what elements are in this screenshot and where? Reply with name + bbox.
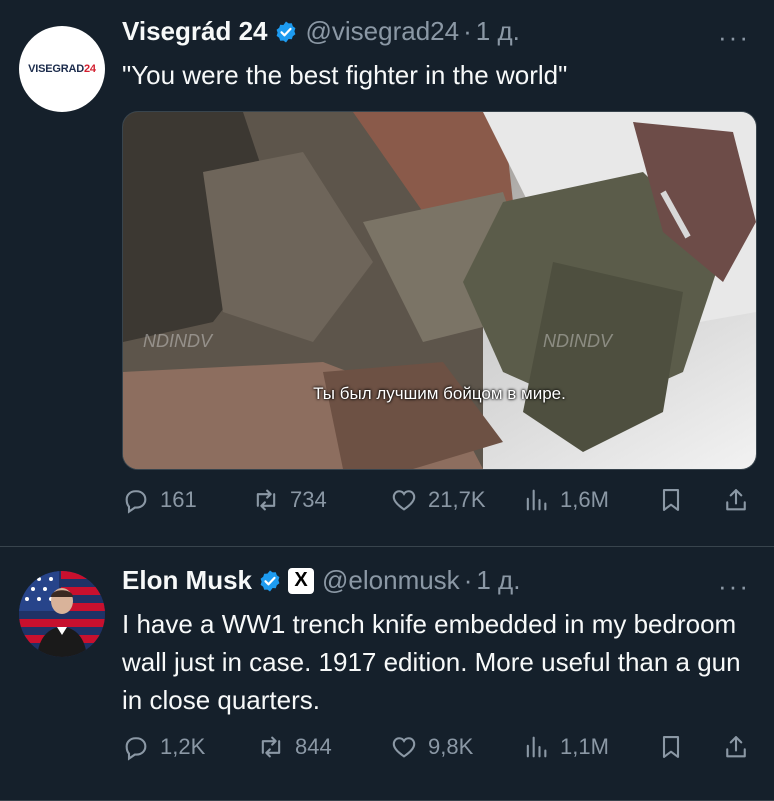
bookmark-button[interactable] xyxy=(657,486,685,514)
like-button[interactable]: 9,8K xyxy=(390,733,473,761)
timestamp[interactable]: 1 д. xyxy=(476,565,520,596)
author-handle[interactable]: @elonmusk xyxy=(322,565,460,596)
share-button[interactable] xyxy=(722,486,750,514)
repost-count: 844 xyxy=(295,734,332,759)
action-bar: 161 734 21,7K 1,6M xyxy=(122,486,752,520)
video-subtitle: Ты был лучшим бойцом в мире. xyxy=(313,384,566,403)
share-icon xyxy=(726,736,746,758)
bookmark-button[interactable] xyxy=(657,733,685,761)
repost-icon xyxy=(261,736,281,758)
verified-badge-icon xyxy=(276,21,295,42)
timestamp[interactable]: 1 д. xyxy=(476,16,520,47)
views-count: 1,1M xyxy=(560,734,609,759)
tweet-header: Visegrád 24 @visegrad24 · 1 д. xyxy=(122,16,520,47)
visegrad-logo: VISEGRAD24 xyxy=(28,63,96,75)
like-count: 9,8K xyxy=(428,734,474,759)
action-bar: 1,2K 844 9,8K 1,1M xyxy=(122,733,752,767)
avatar-elonmusk[interactable] xyxy=(19,571,105,657)
reply-button[interactable]: 1,2K xyxy=(122,733,205,761)
verified-badge-icon xyxy=(260,570,280,591)
bookmark-icon xyxy=(662,489,680,511)
video-media[interactable]: NDINDV NDINDV Ты был лучшим бойцом в мир… xyxy=(122,111,757,470)
like-icon xyxy=(392,737,416,758)
bookmark-icon xyxy=(662,736,680,758)
like-count: 21,7K xyxy=(428,487,486,512)
watermark: NDINDV xyxy=(543,331,614,351)
share-icon xyxy=(726,489,746,511)
views-icon xyxy=(526,489,547,511)
separator-dot: · xyxy=(463,16,472,46)
more-icon[interactable]: ··· xyxy=(718,571,750,602)
watermark: NDINDV xyxy=(143,331,214,351)
separator-dot: · xyxy=(463,565,473,595)
reply-icon xyxy=(125,490,147,514)
reply-icon xyxy=(125,737,147,761)
views-count: 1,6M xyxy=(560,487,609,512)
repost-icon xyxy=(256,489,276,511)
repost-count: 734 xyxy=(290,487,327,512)
video-frame: NDINDV NDINDV xyxy=(123,112,756,469)
views-button[interactable]: 1,6M xyxy=(522,486,609,514)
x-affiliation-badge[interactable]: X xyxy=(288,567,315,594)
like-icon xyxy=(392,490,416,511)
author-name[interactable]: Elon Musk xyxy=(122,565,252,596)
views-button[interactable]: 1,1M xyxy=(522,733,609,761)
reply-count: 161 xyxy=(160,487,197,512)
author-handle[interactable]: @visegrad24 xyxy=(306,16,460,47)
author-name[interactable]: Visegrád 24 xyxy=(122,16,268,47)
repost-button[interactable]: 734 xyxy=(252,486,327,514)
views-icon xyxy=(526,736,547,758)
reply-button[interactable]: 161 xyxy=(122,486,197,514)
more-icon[interactable]: ··· xyxy=(718,22,750,53)
reply-count: 1,2K xyxy=(160,734,206,759)
tweet-elonmusk[interactable]: Elon Musk X @elonmusk · 1 д. ··· I have … xyxy=(0,547,774,801)
like-button[interactable]: 21,7K xyxy=(390,486,486,514)
tweet-text: I have a WW1 trench knife embedded in my… xyxy=(122,609,741,715)
tweet-visegrad[interactable]: VISEGRAD24 Visegrád 24 @visegrad24 · 1 д… xyxy=(0,0,774,547)
tweet-header: Elon Musk X @elonmusk · 1 д. xyxy=(122,565,520,596)
share-button[interactable] xyxy=(722,733,750,761)
avatar-image xyxy=(19,571,105,657)
tweet-text: "You were the best fighter in the world" xyxy=(122,60,568,90)
repost-button[interactable]: 844 xyxy=(257,733,332,761)
avatar-visegrad[interactable]: VISEGRAD24 xyxy=(19,26,105,112)
